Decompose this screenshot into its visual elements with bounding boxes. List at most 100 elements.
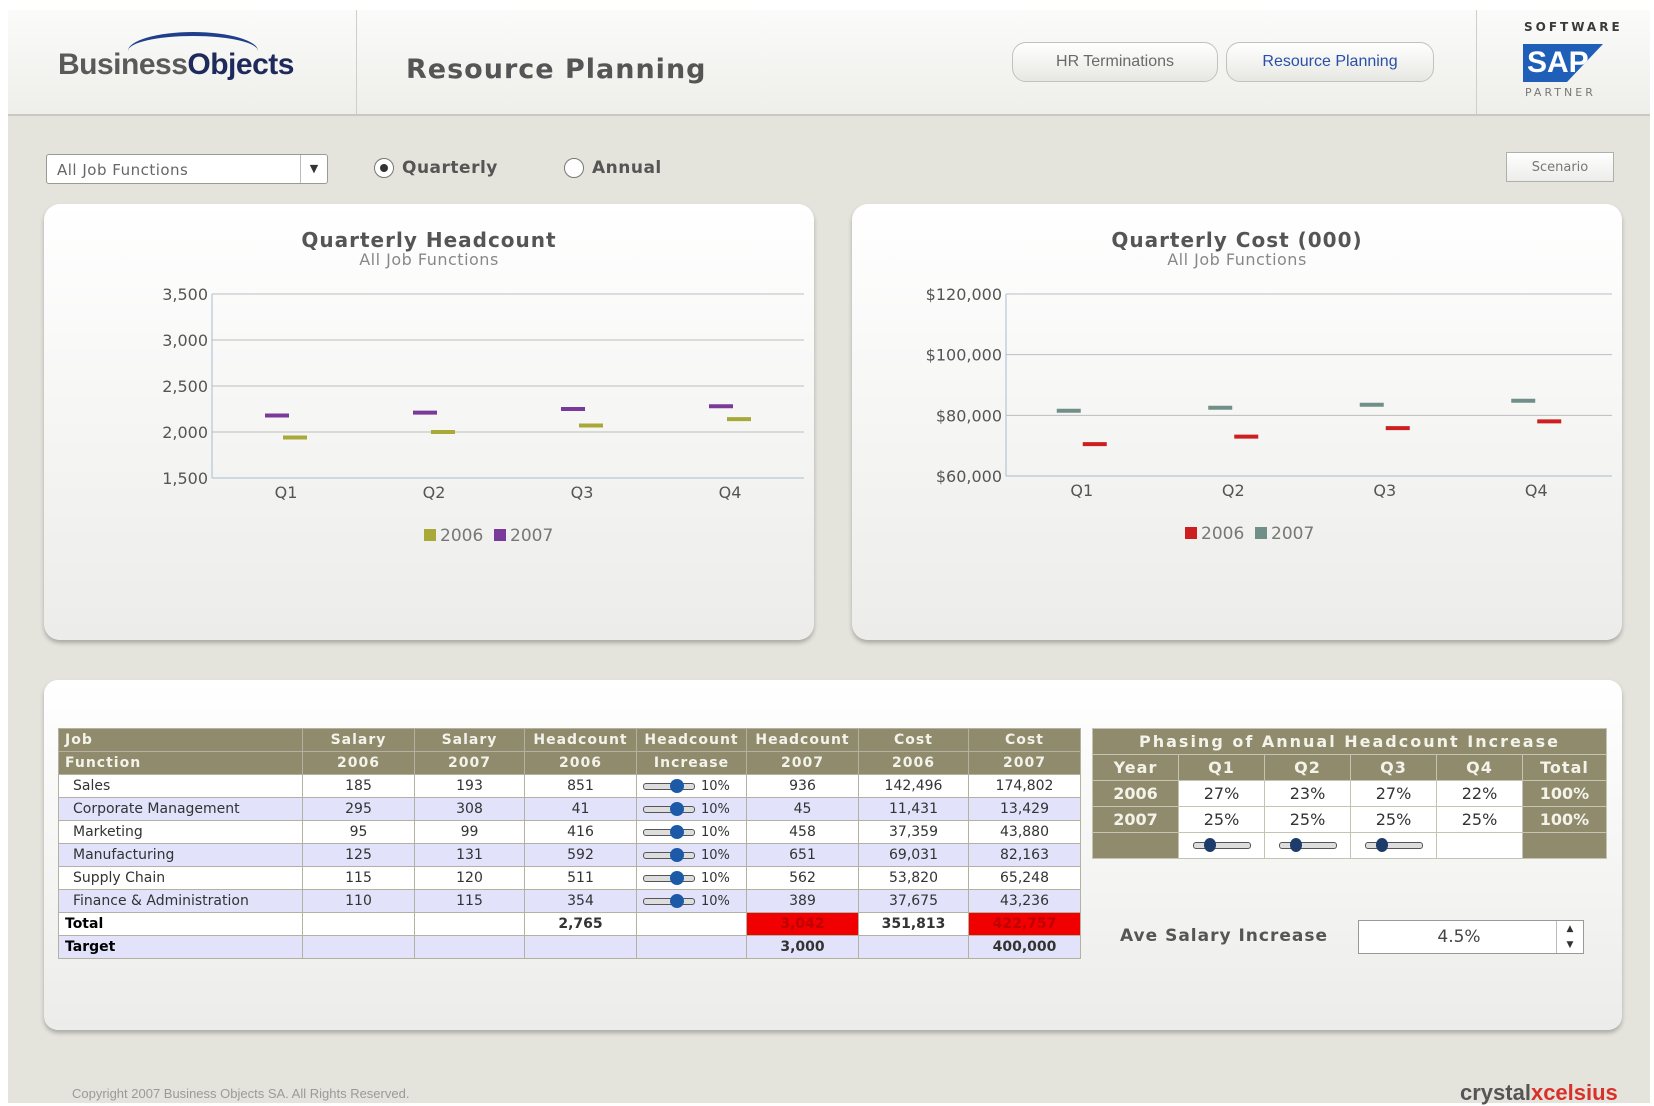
headcount-increase-slider[interactable]: 10% <box>643 893 740 909</box>
x-tick-label: Q2 <box>1222 481 1245 500</box>
slider-handle-icon[interactable] <box>669 824 684 839</box>
table-cell <box>636 912 747 936</box>
cost-chart: $120,000 $100,000 $80,000 $60,000 Q1 Q2 Q3 Q4 20… <box>926 285 1612 544</box>
headcount-chart: 3,500 3,000 2,500 2,000 1,500 Q1 Q2 Q3 Q4 2006 200… <box>162 285 804 546</box>
cost-2006: 11,431 <box>858 797 969 821</box>
business-objects-logo: BusinessObjects <box>58 48 294 82</box>
hr-terminations-button[interactable]: HR Terminations <box>1012 42 1218 82</box>
chevron-down-icon[interactable]: ▼ <box>300 155 327 183</box>
logo-prefix: Business <box>58 48 188 81</box>
column-header: Headcount <box>746 728 859 752</box>
ave-salary-increase-value[interactable]: 4.5% <box>1359 921 1559 953</box>
total-cost-2006: 351,813 <box>858 912 969 936</box>
table-row: Corporate Management 295 308 41 10% 45 11,431 1… <box>58 797 1081 821</box>
slider-track[interactable] <box>643 893 695 908</box>
slider-track[interactable] <box>643 847 695 862</box>
x-tick-label: Q3 <box>1373 481 1396 500</box>
job-function-select[interactable]: All Job Functions ▼ <box>46 154 328 184</box>
cost-2006: 37,359 <box>858 820 969 844</box>
salary-2006: 115 <box>302 866 415 890</box>
phasing-year: 2006 <box>1092 780 1179 807</box>
phasing-q2-slider[interactable] <box>1278 838 1337 852</box>
x-tick-label: Q2 <box>423 483 446 502</box>
cost-2006: 53,820 <box>858 866 969 890</box>
column-header: Q3 <box>1350 754 1437 781</box>
headcount-increase-value: 10% <box>701 870 730 886</box>
sap-partner-label: PARTNER <box>1525 86 1596 99</box>
slider-handle-icon[interactable] <box>1376 838 1389 852</box>
cost-2006: 142,496 <box>858 774 969 798</box>
slider-track[interactable] <box>643 824 695 839</box>
scenario-button[interactable]: Scenario <box>1506 152 1614 182</box>
target-headcount-2007: 3,000 <box>746 935 859 959</box>
slider-handle-icon[interactable] <box>669 893 684 908</box>
column-header: Increase <box>636 751 747 775</box>
phasing-cell: 25% <box>1178 806 1265 833</box>
column-header: Headcount <box>524 728 637 752</box>
phasing-cell: 22% <box>1436 780 1523 807</box>
phasing-cell: 27% <box>1178 780 1265 807</box>
total-row: Total 2,765 3,042 351,813 422,757 <box>58 912 1081 936</box>
headcount-increase-cell: 10% <box>636 820 747 844</box>
slider-handle-icon[interactable] <box>1204 838 1217 852</box>
y-tick-label: $60,000 <box>936 467 1002 486</box>
headcount-increase-value: 10% <box>701 801 730 817</box>
x-tick-label: Q1 <box>1070 481 1093 500</box>
slider-track[interactable] <box>643 870 695 885</box>
logo-suffix: Objects <box>187 48 294 81</box>
ave-salary-increase-label: Ave Salary Increase <box>1120 926 1329 946</box>
column-header: Total <box>1522 754 1607 781</box>
slider-handle-icon[interactable] <box>669 847 684 862</box>
headcount-increase-cell: 10% <box>636 843 747 867</box>
spin-down-icon[interactable]: ▼ <box>1557 937 1583 953</box>
headcount-2006: 851 <box>524 774 637 798</box>
radio-unselected-icon[interactable] <box>564 158 584 178</box>
phasing-q3-slider-cell <box>1350 832 1437 859</box>
salary-2006: 295 <box>302 797 415 821</box>
job-function-select-value: All Job Functions <box>57 161 189 179</box>
y-tick-label: $80,000 <box>936 406 1002 425</box>
table-row: Marketing 95 99 416 10% 458 37,359 43,880 <box>58 820 1081 844</box>
header-divider <box>1476 10 1477 114</box>
phasing-q3-slider[interactable] <box>1364 838 1423 852</box>
y-tick-label: 3,000 <box>162 331 208 350</box>
headcount-increase-slider[interactable]: 10% <box>643 847 740 863</box>
salary-2007: 308 <box>414 797 525 821</box>
headcount-increase-slider[interactable]: 10% <box>643 801 740 817</box>
slider-handle-icon[interactable] <box>669 801 684 816</box>
quarterly-radio[interactable]: Quarterly <box>374 158 498 178</box>
table-row: Supply Chain 115 120 511 10% 562 53,820 65,248 <box>58 866 1081 890</box>
headcount-increase-slider[interactable]: 10% <box>643 870 740 886</box>
slider-handle-icon[interactable] <box>1290 838 1303 852</box>
headcount-increase-slider[interactable]: 10% <box>643 824 740 840</box>
salary-2007: 131 <box>414 843 525 867</box>
spin-up-icon[interactable]: ▲ <box>1557 921 1583 937</box>
column-header: Year <box>1092 754 1179 781</box>
slider-track[interactable] <box>643 801 695 816</box>
table-cell <box>414 935 525 959</box>
cost-2007: 43,880 <box>968 820 1081 844</box>
spinner[interactable]: ▲ ▼ <box>1556 921 1583 953</box>
phasing-q1-slider[interactable] <box>1192 838 1251 852</box>
headcount-increase-slider[interactable]: 10% <box>643 778 740 794</box>
slider-handle-icon[interactable] <box>669 778 684 793</box>
phasing-cell: 25% <box>1436 806 1523 833</box>
cost-2006: 37,675 <box>858 889 969 913</box>
legend-label: 2006 <box>1201 524 1244 544</box>
slider-track[interactable] <box>643 778 695 793</box>
y-tick-label: 2,500 <box>162 377 208 396</box>
headcount-2007: 458 <box>746 820 859 844</box>
ave-salary-increase-input[interactable]: 4.5% ▲ ▼ <box>1358 920 1584 954</box>
sap-logo: SAP <box>1523 44 1603 82</box>
legend-swatch <box>1255 527 1267 539</box>
headcount-2006: 592 <box>524 843 637 867</box>
annual-radio[interactable]: Annual <box>564 158 662 178</box>
column-header: 2006 <box>858 751 969 775</box>
resource-planning-button[interactable]: Resource Planning <box>1226 42 1434 82</box>
header-divider <box>356 10 357 114</box>
table-cell <box>302 912 415 936</box>
column-header: Headcount <box>636 728 747 752</box>
radio-selected-icon[interactable] <box>374 158 394 178</box>
slider-handle-icon[interactable] <box>669 870 684 885</box>
column-header: Salary <box>414 728 525 752</box>
